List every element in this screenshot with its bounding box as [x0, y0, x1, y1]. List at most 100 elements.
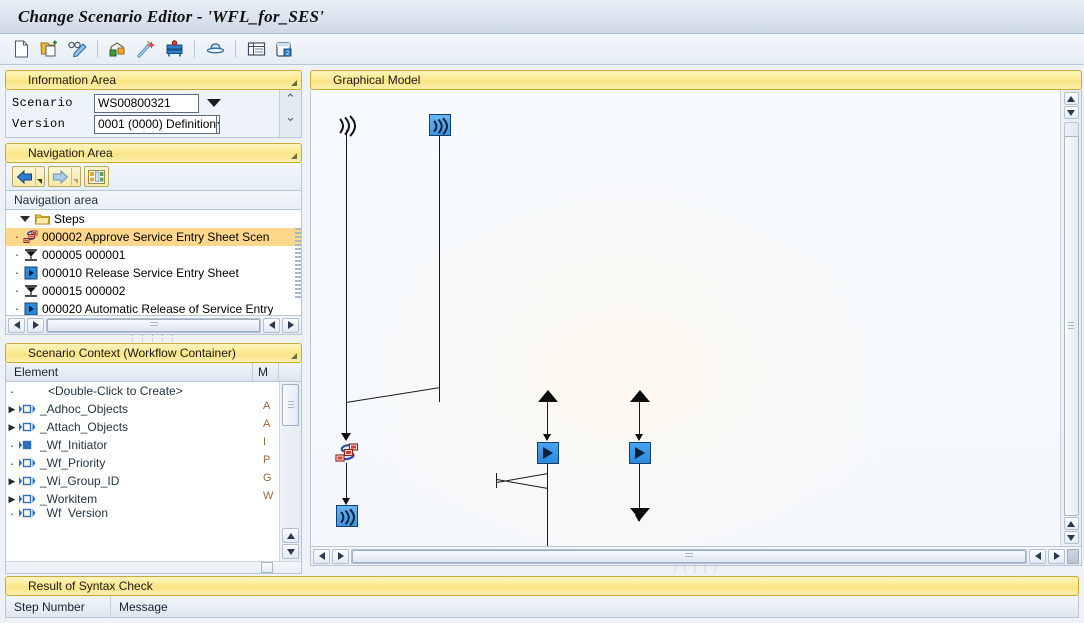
scroll-up-icon[interactable]: ⌃	[285, 92, 296, 105]
navigation-area-resize-grip[interactable]: ⋮⋮⋮⋮⋮	[5, 335, 302, 343]
column-header-m[interactable]: M	[253, 363, 279, 381]
graphical-model-resize-grip[interactable]: ⋮⋮⋮⋮⋮	[310, 566, 1082, 574]
list-item[interactable]: · _Wf_Version	[6, 508, 301, 518]
scenario-dropdown-caret-icon[interactable]	[207, 99, 221, 107]
scroll-up-icon[interactable]	[1063, 92, 1079, 105]
expand-triangle-icon[interactable]	[20, 216, 30, 222]
expand-arrow-icon[interactable]: ▶	[6, 494, 18, 504]
container-multiline-icon	[18, 458, 40, 468]
nav-forward-button[interactable]	[48, 166, 81, 187]
arrowhead-icon	[342, 498, 350, 505]
column-header-element[interactable]: Element	[6, 363, 253, 381]
scroll-up-icon[interactable]	[282, 528, 299, 543]
scroll-thumb[interactable]	[261, 562, 273, 573]
expand-arrow-icon[interactable]: ▶	[6, 422, 18, 432]
scroll-thumb[interactable]	[47, 318, 260, 332]
navigation-area-header[interactable]: Navigation Area	[5, 143, 302, 163]
nav-back-button[interactable]	[12, 166, 45, 187]
workflow-start-event-node[interactable]	[337, 114, 359, 141]
tree-node-step-000005[interactable]: · 000005 000001	[6, 246, 301, 264]
graphical-model-vertical-scrollbar[interactable]	[1060, 90, 1081, 546]
element-table-horizontal-scrollbar[interactable]	[6, 561, 301, 573]
tree-node-step-000020[interactable]: · 000020 Automatic Release of Service En…	[6, 300, 301, 315]
list-item[interactable]: · _Wf_Priority P	[6, 454, 301, 472]
list-item[interactable]: ▶ _Workitem W	[6, 490, 301, 508]
scroll-page-up-icon[interactable]	[1063, 517, 1079, 530]
branch-start-event-node[interactable]	[429, 114, 451, 139]
graphical-model-header[interactable]: Graphical Model	[310, 70, 1082, 90]
scroll-page-left-icon[interactable]	[263, 317, 280, 333]
activity-play-icon	[635, 447, 645, 459]
edge-loop-upper	[496, 473, 549, 484]
navigation-tree[interactable]: Steps · 000002 Approve Service Entry She…	[5, 210, 302, 316]
scroll-page-down-icon[interactable]	[1063, 531, 1079, 544]
scroll-thumb[interactable]	[282, 384, 299, 426]
scroll-page-right-icon[interactable]	[282, 317, 299, 333]
scroll-track[interactable]	[46, 317, 261, 333]
subworkflow-step-node[interactable]	[335, 442, 361, 469]
resize-corner-grip[interactable]	[1067, 548, 1079, 564]
scroll-thumb[interactable]	[352, 549, 1026, 563]
collapse-corner-icon[interactable]	[291, 153, 297, 159]
information-area-resize-grip[interactable]: ⋮⋮⋮	[140, 127, 167, 136]
list-item[interactable]: ▶ _Attach_Objects A	[6, 418, 301, 436]
column-header-message[interactable]: Message	[111, 600, 1078, 614]
signal-wave-icon	[429, 114, 451, 136]
list-item[interactable]: ▶ _Adhoc_Objects A	[6, 400, 301, 418]
workflow-builder-icon[interactable]	[161, 37, 187, 61]
copy-version-icon[interactable]: 2	[271, 37, 297, 61]
nav-layout-button[interactable]	[84, 166, 109, 187]
undefined-marker-down-2[interactable]	[630, 508, 650, 520]
scroll-page-left-icon[interactable]	[1029, 548, 1046, 564]
expand-arrow-icon[interactable]: ▶	[6, 404, 18, 414]
scroll-right-icon[interactable]	[27, 317, 44, 333]
undefined-marker-up-2[interactable]	[630, 390, 650, 402]
list-item[interactable]: ▶ _Wi_Group_ID G	[6, 472, 301, 490]
navigation-tree-vertical-grip[interactable]	[295, 228, 301, 298]
information-area-header[interactable]: Information Area	[5, 70, 302, 90]
graphical-model-horizontal-scrollbar[interactable]	[310, 547, 1082, 566]
expand-arrow-icon[interactable]: ▶	[6, 476, 18, 486]
scroll-down-icon[interactable]: ⌄	[285, 110, 296, 123]
list-item[interactable]: · _Wf_Initiator I	[6, 436, 301, 454]
collapse-corner-icon[interactable]	[291, 353, 297, 359]
workflow-canvas[interactable]	[311, 90, 1060, 546]
tree-node-step-000010[interactable]: · 000010 Release Service Entry Sheet	[6, 264, 301, 282]
activity-play-icon	[543, 447, 553, 459]
element-table-body[interactable]: · <Double-Click to Create> ▶ _Adhoc_Obje…	[6, 382, 301, 561]
list-item[interactable]: · <Double-Click to Create>	[6, 382, 301, 400]
undefined-marker-up-1[interactable]	[538, 390, 558, 402]
signal-wave-icon	[337, 115, 359, 141]
scenario-input[interactable]: WS00800321	[94, 93, 199, 113]
element-table-vertical-scrollbar[interactable]	[279, 382, 301, 561]
workflow-end-event-node[interactable]	[336, 505, 358, 530]
wizard-wand-icon[interactable]	[133, 37, 159, 61]
syntax-check-header[interactable]: Result of Syntax Check	[5, 576, 1079, 596]
hat-icon[interactable]	[202, 37, 228, 61]
tree-node-steps[interactable]: Steps	[6, 210, 301, 228]
new-document-icon[interactable]	[8, 37, 34, 61]
scroll-down-icon[interactable]	[282, 544, 299, 559]
scroll-thumb[interactable]	[1063, 136, 1079, 516]
activity-step-node-1[interactable]	[537, 442, 559, 464]
column-header-step-number[interactable]: Step Number	[6, 596, 111, 617]
scroll-right-icon[interactable]	[332, 548, 349, 564]
toolbar-separator	[235, 40, 236, 58]
create-folder-icon[interactable]	[36, 37, 62, 61]
collapse-corner-icon[interactable]	[291, 80, 297, 86]
scroll-left-icon[interactable]	[8, 317, 25, 333]
display-change-glasses-pencil-icon[interactable]	[64, 37, 90, 61]
scroll-page-right-icon[interactable]	[1048, 548, 1065, 564]
signal-wave-icon	[336, 505, 358, 527]
basic-data-icon[interactable]	[105, 37, 131, 61]
navigation-tree-horizontal-scrollbar[interactable]	[5, 316, 302, 335]
scroll-track[interactable]	[351, 548, 1027, 564]
activity-step-node-2[interactable]	[629, 442, 651, 464]
scroll-track[interactable]	[1063, 122, 1079, 516]
list-view-icon[interactable]	[243, 37, 269, 61]
scroll-down-icon[interactable]	[1063, 106, 1079, 119]
scroll-left-icon[interactable]	[313, 548, 330, 564]
tree-node-step-000015[interactable]: · 000015 000002	[6, 282, 301, 300]
tree-node-step-000002[interactable]: · 000002 Approve Service Entry Sheet Sce…	[6, 228, 301, 246]
scenario-context-header[interactable]: Scenario Context (Workflow Container)	[5, 343, 302, 363]
